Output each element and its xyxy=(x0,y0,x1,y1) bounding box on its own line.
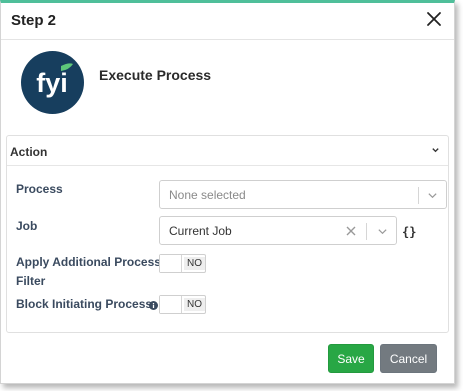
action-panel-header[interactable]: Action xyxy=(7,136,448,166)
job-select[interactable]: Current Job xyxy=(159,216,397,245)
toggle-knob xyxy=(160,255,182,272)
toggle-state: NO xyxy=(184,298,205,311)
chevron-down-icon[interactable] xyxy=(377,226,388,237)
process-select[interactable]: None selected xyxy=(159,180,447,209)
process-label: Process xyxy=(16,182,63,196)
process-placeholder: None selected xyxy=(169,188,246,202)
toggle-state: NO xyxy=(184,257,205,270)
block-initiating-label: Block Initiating Process xyxy=(16,297,153,311)
fyi-logo: fyi xyxy=(21,51,84,114)
toggle-knob xyxy=(160,296,182,313)
select-separator xyxy=(418,187,419,204)
chevron-down-icon[interactable] xyxy=(427,190,438,201)
logo-text: fyi xyxy=(36,68,68,98)
close-icon[interactable] xyxy=(425,10,443,28)
save-button[interactable]: Save xyxy=(328,344,374,373)
expression-button[interactable]: {} xyxy=(402,225,416,239)
step-summary: fyi Execute Process xyxy=(1,41,454,134)
job-value: Current Job xyxy=(169,224,232,238)
info-icon[interactable] xyxy=(149,301,158,310)
block-initiating-toggle[interactable]: NO xyxy=(159,295,206,314)
clear-icon[interactable] xyxy=(345,225,357,237)
step-type-title: Execute Process xyxy=(99,67,212,83)
select-separator xyxy=(366,223,367,240)
apply-filter-label: Apply Additional Process Filter xyxy=(16,255,161,288)
action-panel-title: Action xyxy=(10,145,48,159)
cancel-button[interactable]: Cancel xyxy=(380,344,437,373)
action-panel: Action Process None selected Job Current… xyxy=(6,135,449,333)
step-dialog: Step 2 fyi Execute Process Action Proces… xyxy=(0,0,455,384)
dialog-title: Step 2 xyxy=(11,12,57,29)
chevron-down-icon[interactable] xyxy=(431,145,440,154)
job-label: Job xyxy=(16,219,38,233)
dialog-header: Step 2 xyxy=(1,3,454,40)
apply-filter-toggle[interactable]: NO xyxy=(159,254,206,273)
